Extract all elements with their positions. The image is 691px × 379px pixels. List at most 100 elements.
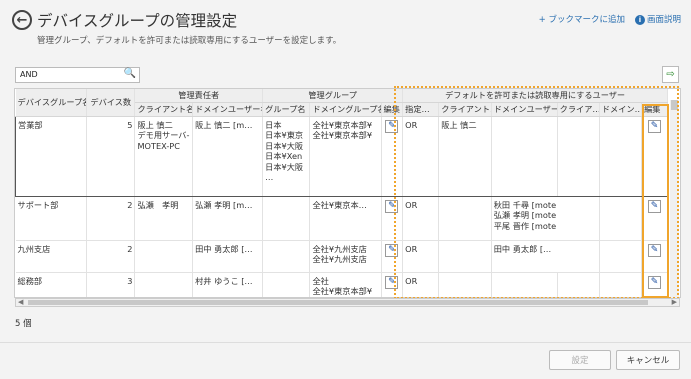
help-link-label: 画面説明 <box>646 15 681 25</box>
col-designation[interactable]: 指定… <box>402 102 440 117</box>
cell-line: 阪上 慎二 <box>441 119 477 130</box>
header-default-users: デフォルトを許可または読取専用にするユーザー <box>402 89 668 103</box>
save-button[interactable]: 設定 <box>549 350 611 370</box>
scroll-left-icon[interactable]: ◀ <box>18 298 23 306</box>
cell-device-count: 2 <box>86 196 136 241</box>
cell-line: 弘瀬 孝明 [m… <box>195 199 253 210</box>
cancel-button[interactable]: キャンセル <box>616 350 680 370</box>
cell-edit: ✎ <box>381 272 404 297</box>
pencil-icon[interactable]: ✎ <box>648 243 662 257</box>
scroll-right-icon[interactable]: ▶ <box>672 298 677 306</box>
col-device-group[interactable]: デバイスグループ名 <box>15 89 88 117</box>
cell-domain-user: 弘瀬 孝明 [m… <box>192 196 264 241</box>
cell-device-group: 総務部 <box>15 272 88 297</box>
pencil-icon[interactable]: ✎ <box>385 119 399 133</box>
back-icon[interactable]: ← <box>12 10 32 30</box>
export-icon[interactable]: ⇨ <box>662 66 679 83</box>
cell-line: 日本 <box>265 119 282 130</box>
cell-client-3 <box>557 115 600 197</box>
cell-line: 日本¥Xen <box>265 151 303 161</box>
cell-device-group: 九州支店 <box>15 240 88 273</box>
cell-line: 全社¥九州支店 <box>312 254 367 264</box>
item-count: 5 個 <box>15 319 32 329</box>
page-title: デバイスグループの管理設定 <box>37 12 238 30</box>
cell-line: … <box>265 172 274 182</box>
cell-edit: ✎ <box>381 196 404 241</box>
cell-group <box>262 240 311 273</box>
cell-group <box>262 272 311 297</box>
col-client-3[interactable]: クライア… <box>557 102 600 117</box>
cell-line: 阪上 慎二 [m… <box>195 119 253 130</box>
cell-line: 弘瀬 孝明 [mote <box>493 210 557 220</box>
col-edit: 編集 <box>381 102 404 117</box>
col-domain-user[interactable]: ドメインユーザー名 <box>192 102 264 117</box>
cell-edit: ✎ <box>381 240 404 273</box>
cell-line: 日本¥大阪 <box>265 140 304 151</box>
cell-client: 弘瀬 孝明 <box>134 196 194 241</box>
cell-line: 全社¥東京本部¥ <box>312 119 373 130</box>
cell-line: 日本¥東京 <box>265 130 304 140</box>
cell-domain-user-2: 田中 勇太郎 [… <box>491 240 600 273</box>
table-row[interactable]: サポート部 2 弘瀬 孝明 弘瀬 孝明 [m… 全社¥東京本… ✎ OR 秋田 … <box>15 196 668 241</box>
cell-line: 全社¥東京本部¥ <box>312 286 373 296</box>
horizontal-scrollbar[interactable]: ◀ ▶ <box>15 298 680 307</box>
cell-line: 阪上 慎二 <box>137 119 173 130</box>
cell-domain-user: 阪上 慎二 [m… <box>192 115 264 197</box>
table: デバイスグループ名 デバイス数 管理責任者 管理グループ デフォルトを許可または… <box>15 89 668 297</box>
pencil-icon[interactable]: ✎ <box>648 119 662 133</box>
cell-line: 全社¥東京本部¥ <box>312 130 373 140</box>
cell-device-group: サポート部 <box>15 196 88 241</box>
info-icon: i <box>634 14 645 25</box>
horizontal-scroll-thumb[interactable] <box>28 300 648 305</box>
cell-edit: ✎ <box>381 115 404 197</box>
cell-device-count: 5 <box>86 115 136 197</box>
pencil-icon[interactable]: ✎ <box>648 199 662 213</box>
pencil-icon[interactable]: ✎ <box>648 275 662 289</box>
header-manager: 管理責任者 <box>134 89 264 103</box>
table-row[interactable]: 九州支店 2 田中 勇太郎 [… 全社¥九州支店 全社¥九州支店 ✎ OR 田中 … <box>15 240 668 273</box>
col-edit-2: 編集 <box>641 102 668 117</box>
col-domain-group[interactable]: ドメイングループ名 <box>309 102 382 117</box>
vertical-scrollbar[interactable] <box>670 100 679 298</box>
pencil-icon[interactable]: ✎ <box>385 199 399 213</box>
cell-line: 田中 勇太郎 [… <box>195 243 253 254</box>
cell-designation: OR <box>402 240 440 273</box>
cell-edit-2: ✎ <box>641 196 668 241</box>
cell-client <box>134 240 194 273</box>
col-client-2[interactable]: クライアント… <box>438 102 492 117</box>
table-row[interactable]: 総務部 3 村井 ゆうこ [… 全社 全社¥東京本部¥ ✎ OR ✎ <box>15 272 668 297</box>
cell-line: 弘瀬 孝明 <box>137 199 179 210</box>
divider <box>0 342 691 343</box>
cell-client <box>134 272 194 297</box>
page-header: ← デバイスグループの管理設定 管理グループ、デフォルトを許可または読取専用にす… <box>0 0 691 52</box>
cell-client-2 <box>438 272 492 297</box>
cell-line: 全社¥九州支店 <box>312 243 367 254</box>
col-domain-user-2[interactable]: ドメインユーザー… <box>491 102 558 117</box>
col-group-name[interactable]: グループ名 <box>262 102 311 117</box>
pencil-icon[interactable]: ✎ <box>385 243 399 257</box>
cell-client-3 <box>557 272 600 297</box>
bookmark-link[interactable]: + ブックマークに追加 <box>539 13 625 25</box>
cell-client: 阪上 慎二 デモ用サーバ- MOTEX-PC <box>134 115 194 197</box>
cell-domain-3 <box>599 272 643 297</box>
vertical-scroll-thumb[interactable] <box>671 100 678 110</box>
help-link[interactable]: i 画面説明 <box>634 13 681 25</box>
col-client-name[interactable]: クライアント名 <box>134 102 194 117</box>
cell-domain-group: 全社 全社¥東京本部¥ <box>309 272 382 297</box>
table-row[interactable]: 営業部 5 阪上 慎二 デモ用サーバ- MOTEX-PC 阪上 慎二 [m… 日本日… <box>15 115 668 197</box>
cell-domain-group: 全社¥九州支店 全社¥九州支店 <box>309 240 382 273</box>
cell-client-2 <box>438 196 492 241</box>
col-device-count[interactable]: デバイス数 <box>86 89 136 117</box>
header-links: + ブックマークに追加 i 画面説明 <box>539 13 681 25</box>
cell-domain-user-2: 秋田 千尋 [mote 弘瀬 孝明 [mote 平尾 晋作 [mote <box>491 196 600 241</box>
cell-line: 全社¥東京本… <box>312 199 367 210</box>
cell-line: デモ用サーバ- <box>137 130 190 140</box>
cell-line: 日本¥大阪 <box>265 161 304 172</box>
cell-domain-3 <box>599 240 643 273</box>
search-input[interactable]: AND 🔍 <box>15 67 140 83</box>
cell-group <box>262 196 311 241</box>
pencil-icon[interactable]: ✎ <box>385 275 399 289</box>
col-domain-3[interactable]: ドメイン… <box>599 102 643 117</box>
cell-domain-group: 全社¥東京本部¥ 全社¥東京本部¥ <box>309 115 382 197</box>
search-icon[interactable]: 🔍 <box>124 68 136 79</box>
